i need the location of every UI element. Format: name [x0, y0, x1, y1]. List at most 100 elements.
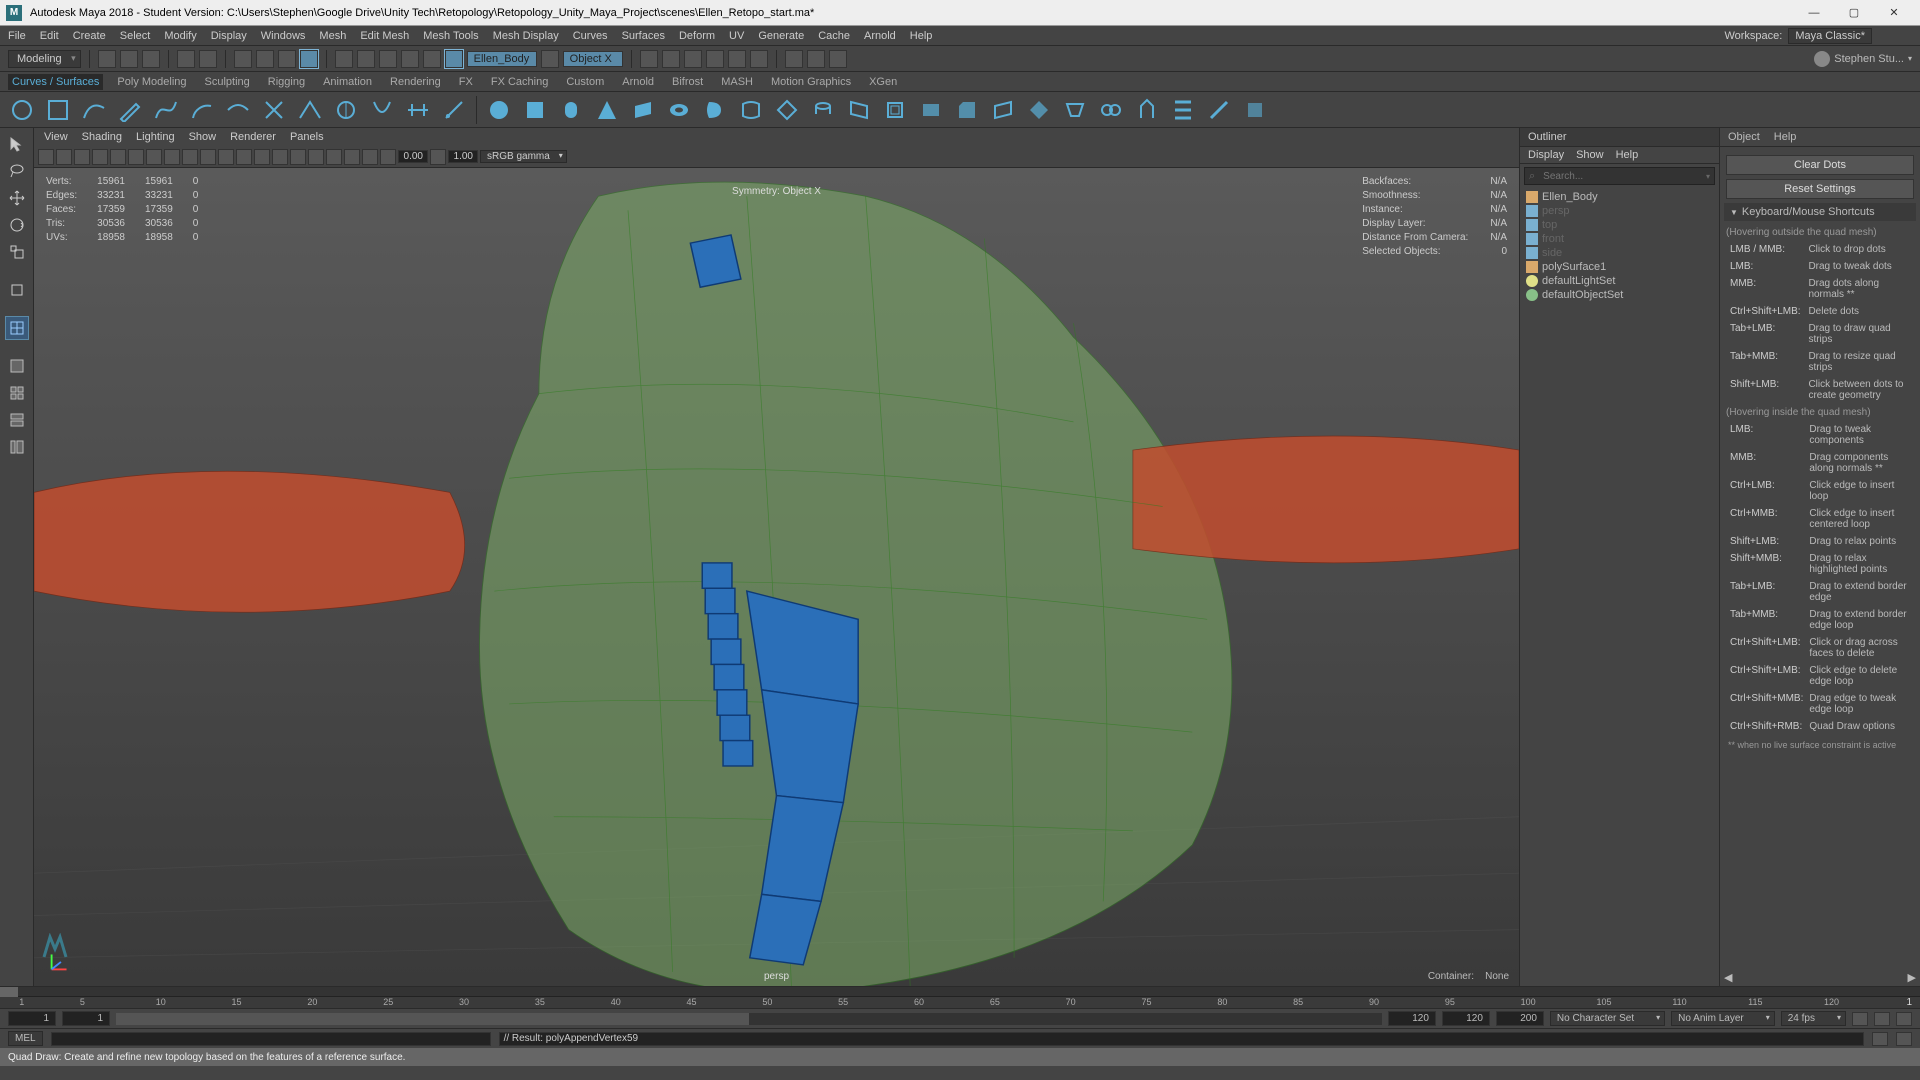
nurbs-cylinder-icon[interactable] — [557, 96, 585, 124]
outliner-node[interactable]: defaultObjectSet — [1524, 288, 1715, 302]
menu-item[interactable]: UV — [729, 30, 744, 42]
layout-single-icon[interactable] — [5, 354, 29, 378]
close-button[interactable]: ✕ — [1874, 0, 1914, 26]
square-curve-icon[interactable] — [44, 96, 72, 124]
ipr-icon[interactable] — [684, 50, 702, 68]
select-object-icon[interactable] — [256, 50, 274, 68]
curve-tool-icon[interactable] — [332, 96, 360, 124]
circle-curve-icon[interactable] — [8, 96, 36, 124]
vp-xray-joints-icon[interactable] — [362, 149, 378, 165]
nurbs-cone-icon[interactable] — [593, 96, 621, 124]
vp-color-mgmt-dropdown[interactable]: sRGB gamma — [480, 150, 567, 163]
fps-dropdown[interactable]: 24 fps — [1781, 1011, 1846, 1026]
character-set-dropdown[interactable]: No Character Set — [1550, 1011, 1665, 1026]
nurbs-sphere-icon[interactable] — [485, 96, 513, 124]
outliner-search[interactable]: ⌕ ▾ — [1524, 167, 1715, 185]
vp-wireframe-icon[interactable] — [236, 149, 252, 165]
chevron-down-icon[interactable]: ▾ — [1702, 172, 1714, 181]
outliner-search-input[interactable] — [1539, 171, 1702, 182]
range-end-field[interactable]: 120 — [1388, 1011, 1436, 1026]
outliner-menu-item[interactable]: Help — [1616, 149, 1639, 161]
surface-tool-icon[interactable] — [1169, 96, 1197, 124]
vp-menu-item[interactable]: Panels — [290, 131, 324, 143]
open-scene-icon[interactable] — [120, 50, 138, 68]
outliner-node[interactable]: persp — [1524, 204, 1715, 218]
bevel-icon[interactable] — [953, 96, 981, 124]
boundary-icon[interactable] — [881, 96, 909, 124]
bezier-curve-icon[interactable] — [152, 96, 180, 124]
layout-four-icon[interactable] — [5, 381, 29, 405]
vp-image-plane-icon[interactable] — [74, 149, 90, 165]
scroll-right-icon[interactable]: ▶ — [1908, 971, 1916, 984]
vp-isolate-icon[interactable] — [326, 149, 342, 165]
revolve-icon[interactable] — [701, 96, 729, 124]
anim-end-field[interactable]: 120 — [1442, 1011, 1490, 1026]
surface-tool-icon[interactable] — [1061, 96, 1089, 124]
menu-item[interactable]: Generate — [758, 30, 804, 42]
user-account[interactable]: Stephen Stu...▾ — [1814, 51, 1912, 67]
outliner-node[interactable]: side — [1524, 246, 1715, 260]
reset-settings-button[interactable]: Reset Settings — [1726, 179, 1914, 199]
vp-safe-title-icon[interactable] — [218, 149, 234, 165]
anim-layer-dropdown[interactable]: No Anim Layer — [1671, 1011, 1775, 1026]
vp-exposure-icon[interactable] — [380, 149, 396, 165]
anim-start-field[interactable]: 1 — [8, 1011, 56, 1026]
module-selector[interactable]: Modeling — [8, 50, 81, 68]
script-editor-icon[interactable] — [1872, 1032, 1888, 1046]
make-live-icon[interactable] — [445, 50, 463, 68]
playback-rewind-icon[interactable] — [785, 50, 803, 68]
surface-tool-icon[interactable] — [989, 96, 1017, 124]
vp-shadows-icon[interactable] — [308, 149, 324, 165]
panel-tab[interactable]: Object — [1728, 131, 1760, 143]
hypershade-icon[interactable] — [728, 50, 746, 68]
birail-icon[interactable] — [845, 96, 873, 124]
vp-2d-pan-icon[interactable] — [92, 149, 108, 165]
vp-shaded-icon[interactable] — [254, 149, 270, 165]
vp-menu-item[interactable]: Shading — [82, 131, 122, 143]
clear-dots-button[interactable]: Clear Dots — [1726, 155, 1914, 175]
surface-tool-icon[interactable] — [1205, 96, 1233, 124]
select-component-icon[interactable] — [278, 50, 296, 68]
menu-item[interactable]: Surfaces — [622, 30, 665, 42]
scale-tool-icon[interactable] — [5, 240, 29, 264]
shelf-tab[interactable]: Rigging — [264, 74, 309, 90]
snap-plane-icon[interactable] — [401, 50, 419, 68]
outliner-node[interactable]: polySurface1 — [1524, 260, 1715, 274]
menu-item[interactable]: File — [8, 30, 26, 42]
set-key-icon[interactable] — [1874, 1012, 1890, 1026]
maximize-button[interactable]: ▢ — [1834, 0, 1874, 26]
panel-layout-icon[interactable] — [750, 50, 768, 68]
loft-icon[interactable] — [737, 96, 765, 124]
vp-film-gate-icon[interactable] — [128, 149, 144, 165]
vp-safe-action-icon[interactable] — [200, 149, 216, 165]
sidebar-toggle-icon[interactable] — [1898, 29, 1912, 43]
auto-key-icon[interactable] — [1852, 1012, 1868, 1026]
anim-total-field[interactable]: 200 — [1496, 1011, 1544, 1026]
scroll-left-icon[interactable]: ◀ — [1724, 971, 1732, 984]
lasso-tool-icon[interactable] — [5, 159, 29, 183]
snap-grid-icon[interactable] — [335, 50, 353, 68]
live-surface-field[interactable]: Ellen_Body — [467, 51, 537, 67]
snap-live-icon[interactable] — [423, 50, 441, 68]
time-scrollbar[interactable] — [0, 987, 1920, 997]
vp-lights-icon[interactable] — [290, 149, 306, 165]
vp-resolution-gate-icon[interactable] — [146, 149, 162, 165]
anim-prefs-icon[interactable] — [1896, 1012, 1912, 1026]
undo-icon[interactable] — [177, 50, 195, 68]
outliner-node[interactable]: defaultLightSet — [1524, 274, 1715, 288]
new-scene-icon[interactable] — [98, 50, 116, 68]
menu-item[interactable]: Edit — [40, 30, 59, 42]
shelf-tab[interactable]: Motion Graphics — [767, 74, 855, 90]
outliner-node[interactable]: top — [1524, 218, 1715, 232]
menu-item[interactable]: Mesh Display — [493, 30, 559, 42]
range-track[interactable] — [116, 1013, 1382, 1025]
symmetry-icon[interactable] — [541, 50, 559, 68]
shortcuts-section-header[interactable]: ▼ Keyboard/Mouse Shortcuts — [1724, 203, 1916, 221]
menu-item[interactable]: Create — [73, 30, 106, 42]
vp-gamma-value[interactable]: 1.00 — [448, 150, 478, 163]
shelf-tab[interactable]: FX — [455, 74, 477, 90]
select-mask-icon[interactable] — [300, 50, 318, 68]
vp-grid-icon[interactable] — [110, 149, 126, 165]
nurbs-plane-icon[interactable] — [629, 96, 657, 124]
curve-tool-icon[interactable] — [440, 96, 468, 124]
